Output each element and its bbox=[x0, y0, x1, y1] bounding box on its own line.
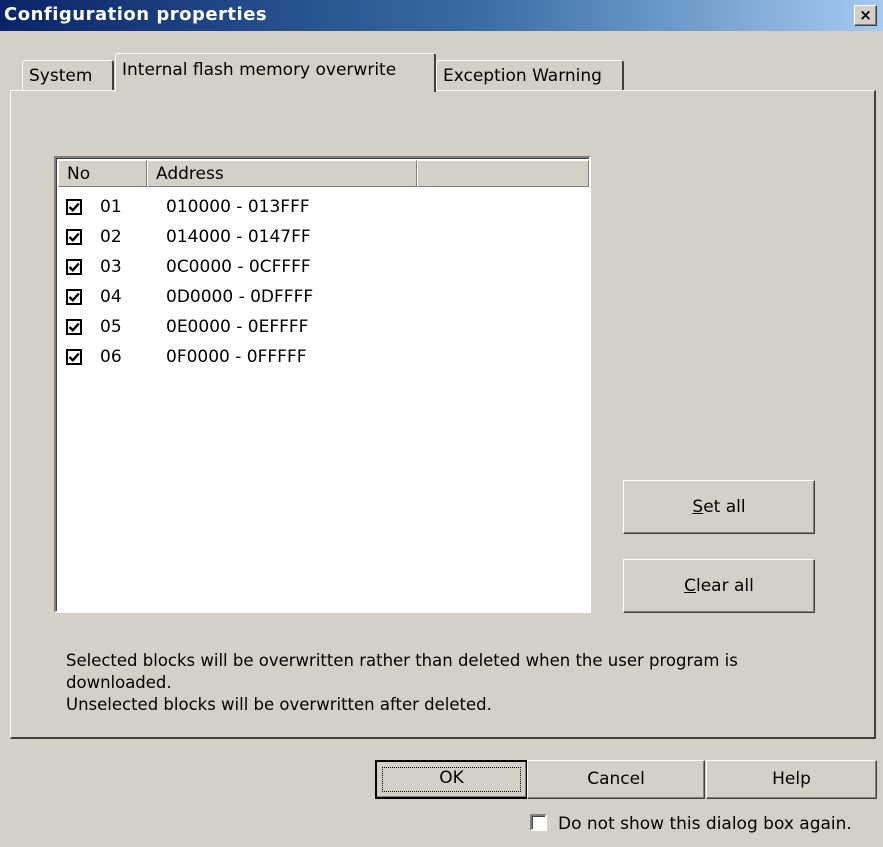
title-bar[interactable]: Configuration properties × bbox=[0, 0, 883, 31]
dialog-title: Configuration properties bbox=[4, 4, 268, 25]
ok-label: OK bbox=[439, 768, 464, 788]
tab-exception-warning[interactable]: Exception Warning bbox=[436, 60, 624, 90]
tab-panel bbox=[10, 90, 876, 739]
tab-system[interactable]: System bbox=[22, 60, 114, 90]
ok-button[interactable]: OK bbox=[375, 760, 528, 799]
close-icon[interactable]: × bbox=[854, 5, 877, 26]
tab-internal-flash-memory-overwrite[interactable]: Internal flash memory overwrite bbox=[115, 53, 436, 92]
dont-show-label: Do not show this dialog box again. bbox=[558, 814, 852, 834]
help-button[interactable]: Help bbox=[706, 760, 877, 799]
cancel-button[interactable]: Cancel bbox=[527, 760, 705, 799]
dont-show-checkbox[interactable] bbox=[530, 814, 547, 831]
configuration-dialog: Configuration properties × System Intern… bbox=[0, 0, 883, 847]
